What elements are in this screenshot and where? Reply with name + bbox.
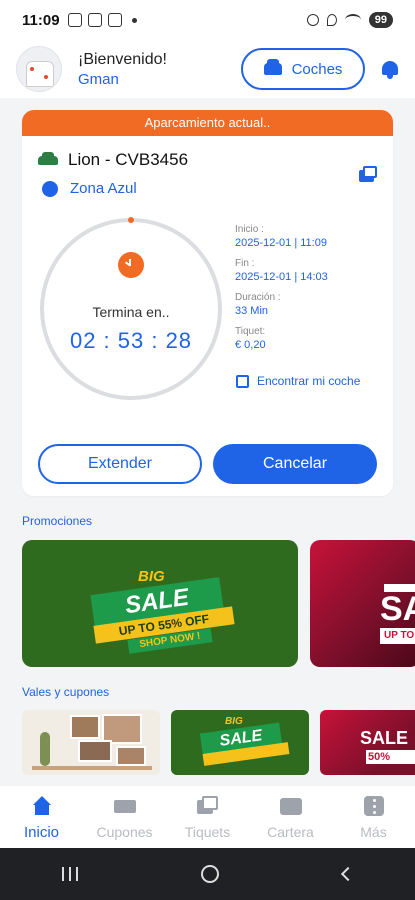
notification-icon (107, 13, 122, 27)
duration-label: Duración : (235, 292, 281, 303)
nav-label: Más (360, 824, 387, 840)
notifications-bell-icon[interactable] (381, 59, 399, 79)
more-notifications-dot-icon (131, 17, 137, 23)
status-bar: 11:09 99 (0, 0, 415, 40)
end-label: Fin : (235, 258, 255, 269)
ticket-price-label: Tiquet: (235, 326, 266, 337)
coupon-card[interactable] (22, 710, 160, 775)
start-value: 2025-12-01 | 11:09 (235, 237, 327, 249)
app-header: ¡Bienvenido! Gman Coches (0, 40, 415, 98)
location-icon (326, 14, 337, 26)
notification-icon (67, 13, 82, 27)
greeting-text: ¡Bienvenido! (78, 50, 167, 68)
greeting-block: ¡Bienvenido! Gman (78, 51, 167, 88)
nav-item-coupons[interactable]: Cupones (83, 786, 166, 848)
zone-row: Zona Azul (42, 180, 137, 197)
sale-offer-text: UP TO (380, 628, 415, 644)
notification-icon (87, 13, 102, 27)
cars-button-label: Coches (291, 60, 343, 78)
coupons-title: Vales y cupones (22, 685, 110, 699)
extend-button[interactable]: Extender (38, 444, 202, 484)
status-time: 11:09 (22, 11, 60, 29)
coupon-offer-text: 50% (366, 750, 415, 764)
promotion-banner[interactable]: BIG SALE UP TO 55% OFF SHOP NOW ! (22, 540, 298, 667)
username: Gman (78, 70, 119, 88)
car-icon (263, 59, 282, 75)
duration-value: 33 Min (235, 305, 269, 317)
ticket-price-value: € 0,20 (235, 339, 266, 351)
nav-label: Cartera (267, 824, 314, 840)
more-icon (363, 796, 385, 816)
wifi-icon (344, 14, 361, 26)
status-notification-icons (67, 13, 137, 27)
coupon-big-text: BIG (225, 716, 243, 727)
cars-button[interactable]: Coches (241, 48, 365, 90)
current-parking-card: Aparcamiento actual.. Lion - CVB3456 Zon… (22, 110, 393, 496)
current-parking-banner: Aparcamiento actual.. (22, 110, 393, 136)
ticket-icon (196, 796, 219, 816)
mute-icon (306, 14, 319, 26)
end-value: 2025-12-01 | 14:03 (235, 271, 328, 283)
timer-value: 02 : 53 : 28 (69, 328, 193, 353)
back-icon[interactable] (341, 866, 356, 882)
nav-label: Inicio (23, 824, 60, 841)
system-navigation-bar (0, 848, 415, 900)
home-system-icon[interactable] (201, 865, 220, 883)
countdown-timer: Termina en.. 02 : 53 : 28 (38, 216, 224, 402)
nav-item-home[interactable]: Inicio (0, 786, 83, 848)
nav-item-more[interactable]: Más (332, 786, 415, 848)
coupon-card[interactable]: SALE 50% (320, 710, 415, 775)
promotions-title: Promociones (22, 514, 93, 528)
start-label: Inicio : (235, 224, 264, 235)
vehicle-name: Lion - CVB3456 (68, 150, 189, 169)
vehicle-row: Lion - CVB3456 (38, 150, 188, 170)
ticket-icon[interactable] (359, 166, 377, 184)
bottom-navigation: Inicio Cupones Tiquets Cartera Más (0, 786, 415, 848)
promotion-banner[interactable]: SA UP TO (310, 540, 415, 667)
coupon-sale-text: SALE (360, 728, 409, 748)
timer-label: Termina en.. (92, 304, 170, 320)
sale-text: SA (380, 590, 415, 628)
wallet-icon (279, 796, 302, 816)
zone-color-dot-icon (42, 180, 58, 197)
home-icon (31, 796, 53, 816)
battery-level: 99 (368, 12, 393, 28)
sale-graphic: BIG SALE UP TO 55% OFF SHOP NOW ! (82, 568, 242, 654)
zone-name: Zona Azul (70, 180, 137, 197)
nav-label: Cupones (96, 824, 153, 840)
nav-item-wallet[interactable]: Cartera (249, 786, 332, 848)
coupon-card[interactable]: BIG SALE (171, 710, 309, 775)
nav-label: Tiquets (184, 824, 231, 840)
recent-apps-icon[interactable] (61, 867, 78, 881)
cancel-button[interactable]: Cancelar (213, 444, 377, 484)
parking-details: Inicio : 2025-12-01 | 11:09 Fin : 2025-1… (235, 224, 385, 360)
sale-big-text: BIG (138, 568, 165, 585)
coupon-icon (113, 796, 136, 816)
find-my-car-label: Encontrar mi coche (257, 374, 361, 388)
map-icon (236, 374, 249, 388)
nav-item-tickets[interactable]: Tiquets (166, 786, 249, 848)
find-my-car-link[interactable]: Encontrar mi coche (236, 374, 360, 388)
car-icon (38, 151, 58, 165)
avatar[interactable] (16, 46, 62, 92)
timer-clock-icon (118, 252, 144, 278)
